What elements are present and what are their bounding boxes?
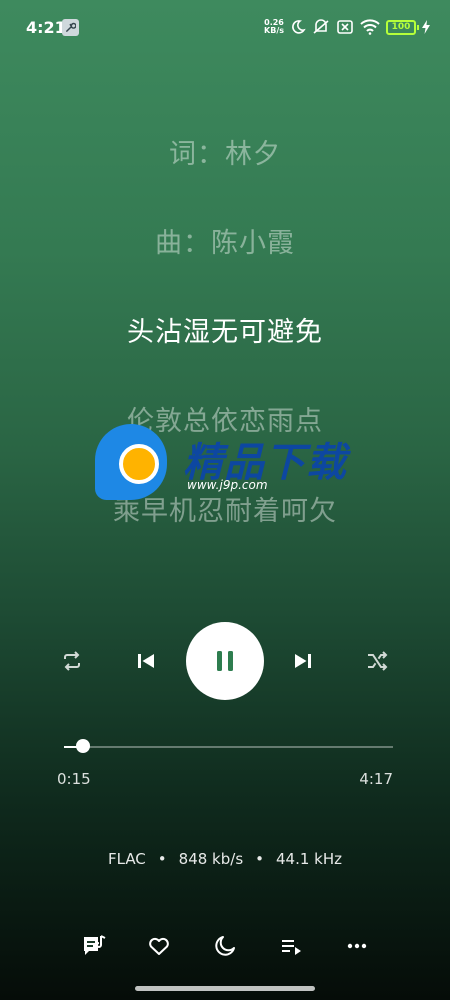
audio-info: FLAC • 848 kb/s • 44.1 kHz: [0, 850, 450, 868]
lyric-line[interactable]: 曲：陈小霞: [0, 221, 450, 260]
playlist-button[interactable]: [273, 928, 309, 964]
battery-icon: 100: [386, 19, 419, 35]
more-icon: [347, 943, 367, 949]
previous-button[interactable]: [130, 645, 162, 677]
separator: •: [255, 850, 264, 868]
audio-bitrate: 848 kb/s: [178, 850, 244, 868]
network-speed-unit: KB/s: [264, 26, 284, 35]
watermark-logo: 精品下载 www.j9p.com: [95, 424, 355, 510]
favorite-button[interactable]: [141, 928, 177, 964]
charging-icon: [422, 20, 430, 34]
sleep-timer-button[interactable]: [207, 928, 243, 964]
lyric-line-current[interactable]: 头沾湿无可避免: [0, 310, 450, 349]
shuffle-button[interactable]: [361, 645, 393, 677]
current-time: 0:15: [57, 770, 91, 788]
heart-icon: [149, 937, 169, 955]
lyrics-button[interactable]: [76, 928, 112, 964]
battery-level: 100: [391, 22, 411, 32]
status-bar: 4:21 0.26 KB/s 100: [0, 0, 450, 56]
seek-bar[interactable]: [64, 739, 393, 753]
home-indicator[interactable]: [135, 986, 315, 991]
audio-format: FLAC: [107, 850, 146, 868]
skip-next-icon: [295, 654, 311, 668]
repeat-icon: [64, 651, 80, 671]
audio-sample-rate: 44.1 kHz: [276, 850, 343, 868]
lyric-line[interactable]: 词：林夕: [0, 132, 450, 171]
play-pause-button[interactable]: [186, 622, 264, 700]
network-speed: 0.26 KB/s: [264, 19, 284, 35]
total-time: 4:17: [359, 770, 393, 788]
bottom-toolbar: [0, 928, 450, 964]
sim-off-icon: [337, 20, 353, 34]
lyrics-icon: [84, 935, 106, 955]
wrench-icon: [62, 19, 79, 36]
pause-icon: [217, 651, 233, 671]
sleep-timer-moon-icon: [215, 936, 235, 956]
more-button[interactable]: [339, 928, 375, 964]
status-time: 4:21: [26, 18, 66, 37]
skip-previous-icon: [138, 654, 154, 668]
seek-bar-handle[interactable]: [76, 739, 91, 753]
moon-icon: [292, 20, 306, 34]
status-icons: 0.26 KB/s 100: [264, 17, 430, 37]
wifi-icon: [360, 19, 380, 35]
mute-icon: [313, 19, 329, 34]
separator: •: [157, 850, 167, 868]
repeat-button[interactable]: [56, 645, 88, 677]
shuffle-icon: [368, 651, 388, 671]
watermark-p-logo-icon: [95, 424, 167, 500]
watermark-url: www.j9p.com: [187, 478, 268, 492]
next-button[interactable]: [287, 645, 319, 677]
playlist-icon: [282, 940, 301, 955]
